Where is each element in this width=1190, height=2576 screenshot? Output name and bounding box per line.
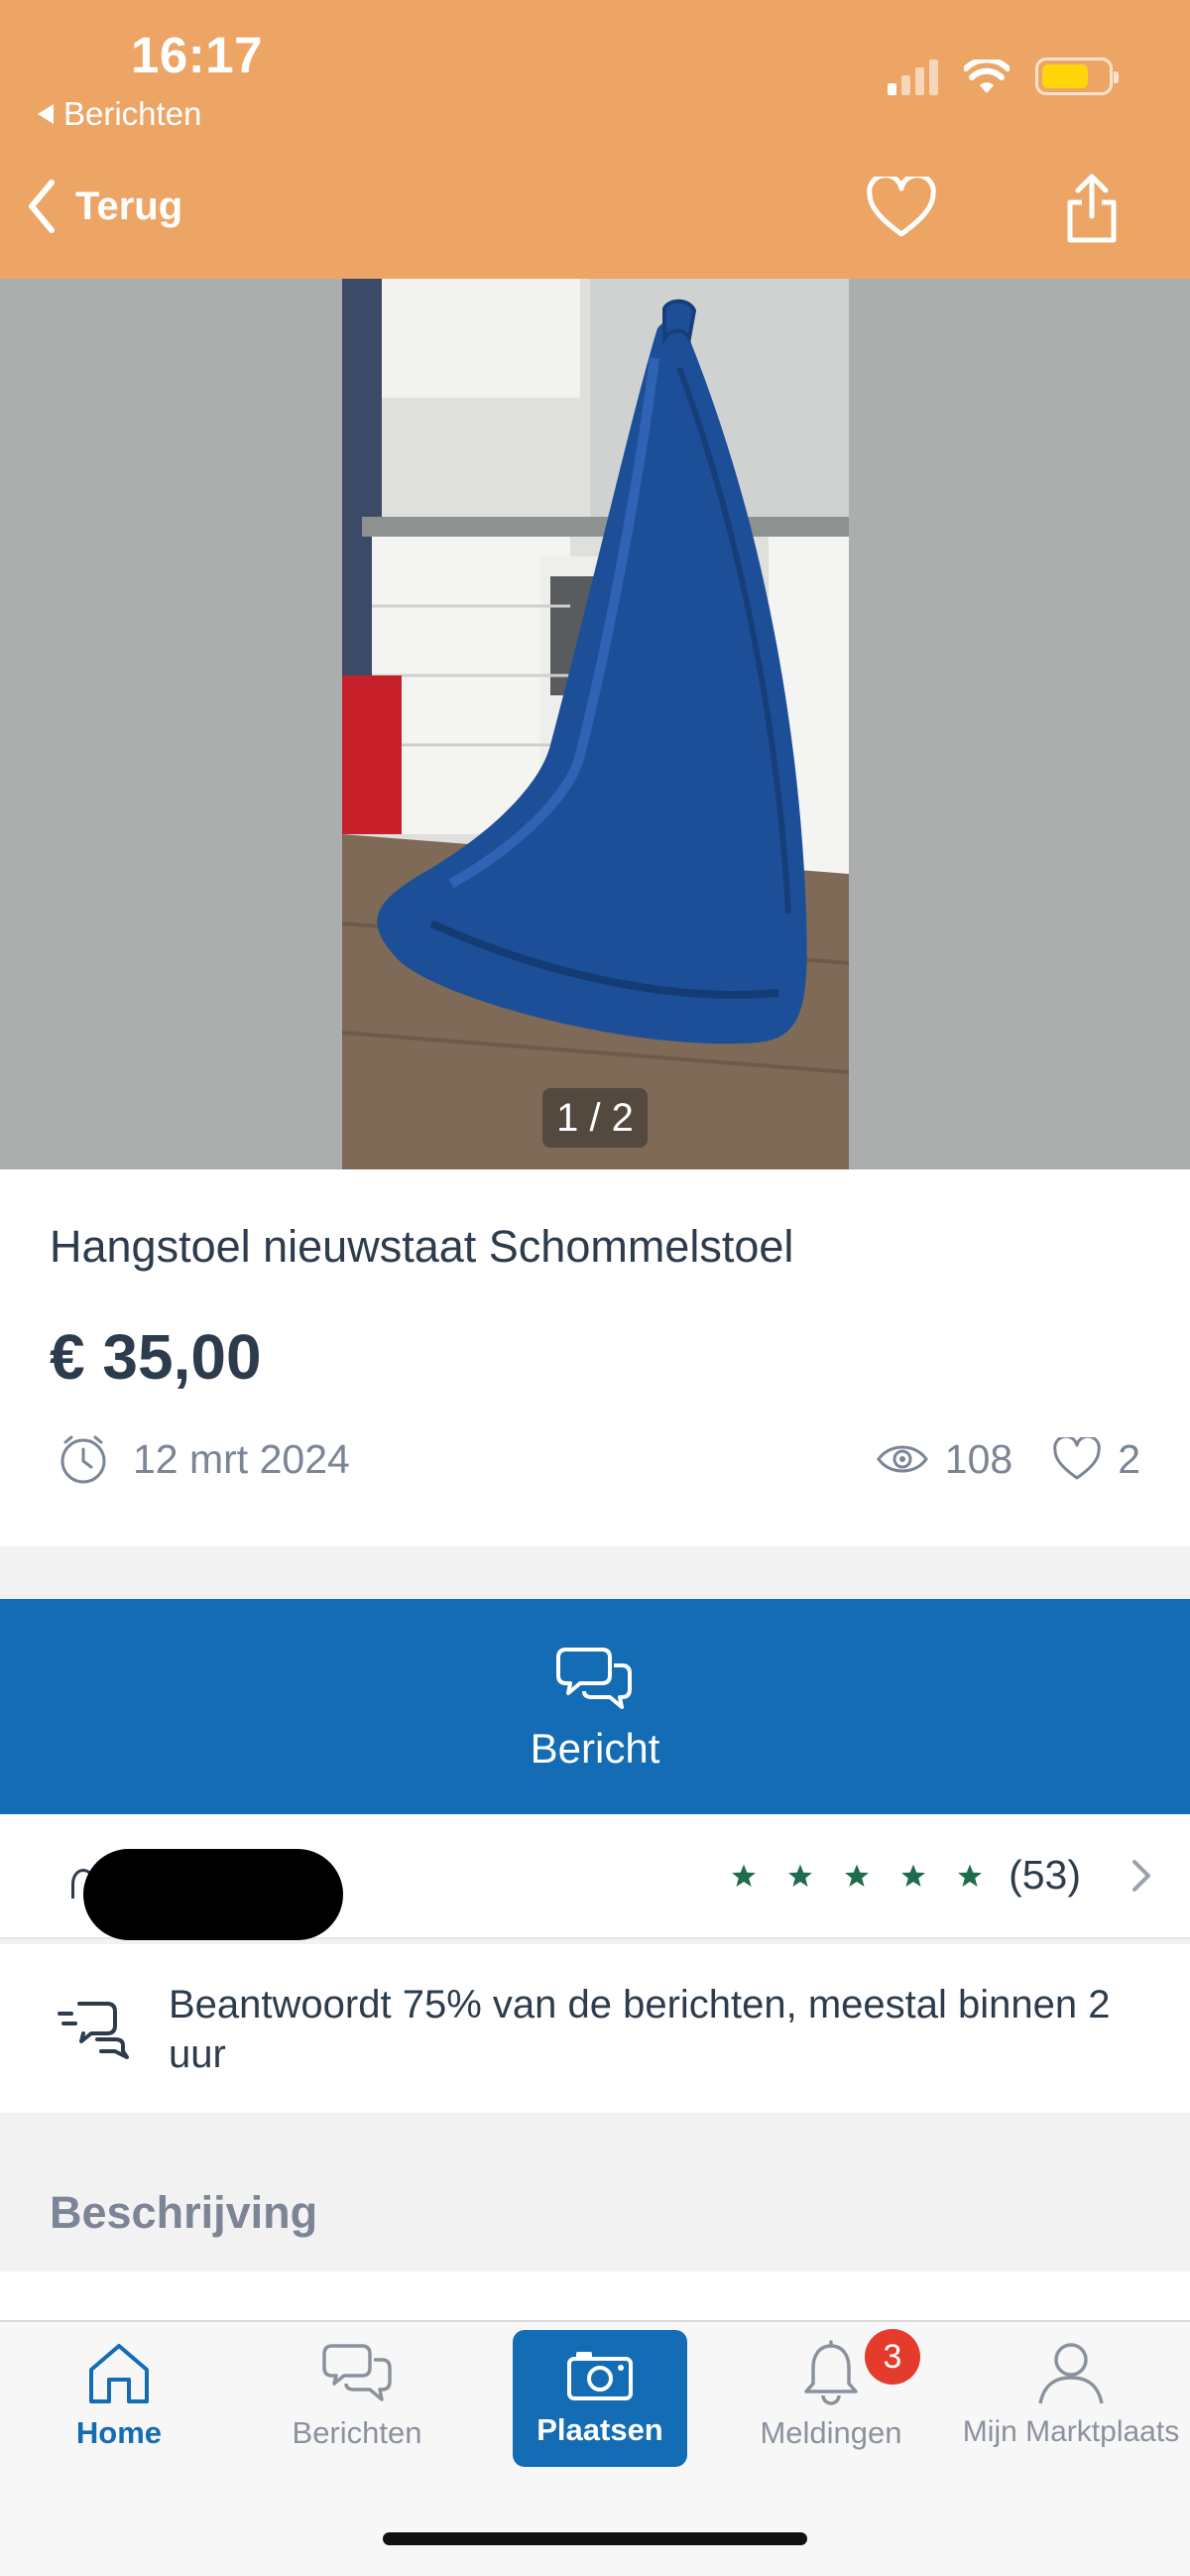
tab-mijn-label: Mijn Marktplaats	[962, 2415, 1180, 2448]
star-icon	[958, 1864, 982, 1887]
profile-icon	[1038, 2343, 1104, 2404]
description-heading: Beschrijving	[50, 2187, 318, 2238]
tab-mijn-marktplaats[interactable]: Mijn Marktplaats	[962, 2340, 1180, 2449]
favorites-group: 2	[1052, 1436, 1140, 1483]
home-indicator	[383, 2532, 807, 2545]
response-rate-text: Beantwoordt 75% van de berichten, meesta…	[169, 1983, 1111, 2076]
clock-icon	[60, 1435, 106, 1484]
seller-name-redacted	[83, 1849, 343, 1940]
listing-date: 12 mrt 2024	[133, 1435, 350, 1482]
status-back-link[interactable]: Berichten	[38, 95, 201, 133]
top-header: 16:17 Berichten Terug	[0, 0, 1190, 279]
bell-icon	[804, 2340, 858, 2405]
back-triangle-icon	[38, 104, 54, 124]
chat-icon	[322, 2344, 392, 2401]
message-button-label: Bericht	[530, 1724, 660, 1772]
hanging-chair-photo	[342, 279, 849, 1169]
star-icon	[732, 1864, 756, 1887]
review-count: (53)	[1009, 1852, 1081, 1898]
tab-berichten[interactable]: Berichten	[248, 2340, 466, 2451]
heart-icon	[1053, 1437, 1101, 1480]
photo-counter: 1 / 2	[542, 1088, 648, 1148]
response-rate-card: Beantwoordt 75% van de berichten, meesta…	[0, 1944, 1190, 2113]
share-icon[interactable]	[1066, 173, 1118, 244]
listing-photo[interactable]	[342, 279, 849, 1169]
home-icon	[89, 2344, 149, 2403]
wifi-icon	[964, 60, 1010, 93]
listing-date-group: 12 mrt 2024	[58, 1433, 350, 1485]
views-group: 108	[876, 1436, 1012, 1483]
tab-home-label: Home	[75, 2415, 163, 2450]
star-icon	[901, 1864, 925, 1887]
listing-price: € 35,00	[50, 1321, 262, 1393]
listing-title: Hangstoel nieuwstaat Schommelstoel	[50, 1221, 794, 1272]
photo-gallery[interactable]: 1 / 2	[0, 279, 1190, 1169]
listing-stats: 108 2	[876, 1436, 1140, 1483]
chevron-left-icon	[29, 180, 55, 233]
eye-icon	[876, 1445, 928, 1473]
listing-info-card: Hangstoel nieuwstaat Schommelstoel € 35,…	[0, 1169, 1190, 1546]
favorite-heart-icon[interactable]	[867, 177, 936, 238]
signal-icon	[888, 58, 938, 95]
back-button-label: Terug	[75, 184, 183, 228]
fast-reply-icon	[58, 2002, 129, 2059]
listing-meta: 12 mrt 2024 108 2	[58, 1433, 1140, 1485]
views-count: 108	[944, 1435, 1013, 1482]
back-button[interactable]: Terug	[26, 179, 182, 234]
tab-berichten-label: Berichten	[292, 2415, 422, 2450]
chat-bubbles-icon	[556, 1647, 632, 1709]
seller-row[interactable]: (53)	[0, 1814, 1190, 1940]
notification-badge: 3	[865, 2329, 920, 2385]
seller-rating: (53)	[731, 1852, 1081, 1899]
camera-icon	[567, 2352, 633, 2400]
tab-plaatsen-label: Plaatsen	[536, 2412, 663, 2447]
status-icons	[888, 58, 1119, 95]
chevron-right-icon	[1132, 1860, 1150, 1892]
tab-home[interactable]: Home	[10, 2340, 228, 2451]
star-icon	[845, 1864, 869, 1887]
favorites-count: 2	[1118, 1435, 1140, 1482]
message-seller-button[interactable]: Bericht	[0, 1599, 1190, 1814]
tab-plaatsen[interactable]: Plaatsen	[513, 2330, 687, 2467]
status-back-label: Berichten	[63, 95, 202, 132]
battery-icon	[1035, 58, 1119, 95]
tab-meldingen-label: Meldingen	[760, 2415, 902, 2450]
rating-stars	[731, 1863, 983, 1889]
status-time: 16:17	[131, 27, 263, 83]
star-icon	[788, 1864, 812, 1887]
